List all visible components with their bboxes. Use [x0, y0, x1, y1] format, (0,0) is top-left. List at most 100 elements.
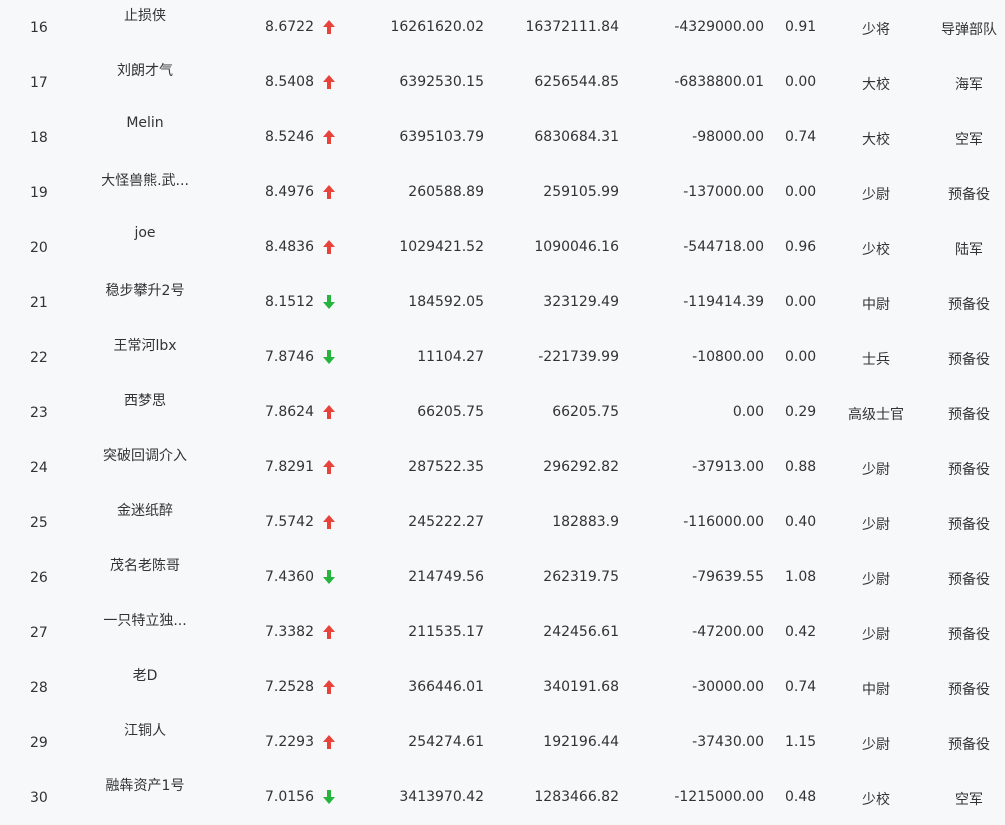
- table-row[interactable]: 22 王常河lbx 7.8746 11104.27 -221739.99 -10800.0…: [0, 330, 1005, 385]
- change-value: -6838800.01: [674, 74, 764, 90]
- rate-value: 7.2528: [265, 679, 314, 695]
- table-row[interactable]: 21 稳步攀升2号 8.1512 184592.05 323129.49 -119414.…: [0, 275, 1005, 330]
- branch-text: 预备役: [948, 627, 990, 643]
- asset-value: 245222.27: [408, 514, 484, 530]
- player-name-text: 融犇资产1号: [105, 778, 185, 794]
- ratio-value: 1.08: [785, 569, 817, 585]
- rate-value: 7.4360: [265, 569, 314, 585]
- rank-title-text: 高级士官: [848, 407, 904, 423]
- rate-value: 7.3382: [265, 624, 314, 640]
- branch-text: 预备役: [948, 682, 990, 698]
- branch-text: 预备役: [948, 737, 990, 753]
- branch-text: 导弹部队: [941, 22, 997, 38]
- change-value: -544718.00: [683, 239, 764, 255]
- branch-text: 海军: [955, 77, 983, 93]
- profit-value: 66205.75: [552, 404, 619, 420]
- asset-value: 366446.01: [408, 679, 484, 695]
- arrow-up-icon: [322, 459, 336, 475]
- rank-title-text: 少校: [862, 792, 890, 808]
- branch-text: 预备役: [948, 572, 990, 588]
- profit-value: 6830684.31: [534, 129, 619, 145]
- table-row[interactable]: 19 大怪兽熊.武... 8.4976 260588.89 259105.99 -1370…: [0, 165, 1005, 220]
- ratio-value: 0.74: [785, 679, 817, 695]
- rate-value: 8.4976: [265, 184, 314, 200]
- arrow-up-icon: [322, 184, 336, 200]
- asset-value: 16261620.02: [390, 19, 484, 35]
- player-name-text: 大怪兽熊.武...: [101, 173, 189, 189]
- profit-value: 1283466.82: [534, 789, 619, 805]
- rank-title-text: 少尉: [862, 627, 890, 643]
- rank-title-text: 少尉: [862, 737, 890, 753]
- profit-value: 192196.44: [543, 734, 619, 750]
- table-row[interactable]: 23 西梦思 7.8624 66205.75 66205.75 0.00 0.29 高级士官 预…: [0, 385, 1005, 440]
- change-value: -37430.00: [692, 734, 764, 750]
- table-row[interactable]: 18 Melin 8.5246 6395103.79 6830684.31 -98000.…: [0, 110, 1005, 165]
- ratio-value: 0.74: [785, 129, 817, 145]
- rate-value: 7.0156: [265, 789, 314, 805]
- profit-value: 259105.99: [543, 184, 619, 200]
- rank-title-text: 士兵: [862, 352, 890, 368]
- branch-text: 预备役: [948, 462, 990, 478]
- arrow-up-icon: [322, 624, 336, 640]
- rate-value: 8.1512: [265, 294, 314, 310]
- arrow-up-icon: [322, 514, 336, 530]
- asset-value: 214749.56: [408, 569, 484, 585]
- rank-number: 20: [30, 240, 48, 256]
- rate-value: 8.4836: [265, 239, 314, 255]
- asset-value: 254274.61: [408, 734, 484, 750]
- rank-title-text: 中尉: [862, 682, 890, 698]
- arrow-up-icon: [322, 19, 336, 35]
- profit-value: 296292.82: [543, 459, 619, 475]
- table-row[interactable]: 17 刘朗才气 8.5408 6392530.15 6256544.85 -6838800…: [0, 55, 1005, 110]
- rank-title-text: 中尉: [862, 297, 890, 313]
- ratio-value: 0.91: [785, 19, 817, 35]
- rank-number: 17: [30, 75, 48, 91]
- rank-title-text: 大校: [862, 132, 890, 148]
- table-row[interactable]: 27 一只特立独... 7.3382 211535.17 242456.61 -47200…: [0, 605, 1005, 660]
- player-name-text: 一只特立独...: [103, 613, 187, 629]
- change-value: -79639.55: [692, 569, 764, 585]
- rank-title-text: 少尉: [862, 187, 890, 203]
- player-name-text: 稳步攀升2号: [105, 283, 185, 299]
- change-value: -30000.00: [692, 679, 764, 695]
- table-row[interactable]: 28 老D 7.2528 366446.01 340191.68 -30000.00 0.7…: [0, 660, 1005, 715]
- arrow-down-icon: [322, 789, 336, 805]
- rank-number: 26: [30, 570, 48, 586]
- rank-title-text: 少尉: [862, 517, 890, 533]
- arrow-up-icon: [322, 679, 336, 695]
- ratio-value: 0.42: [785, 624, 817, 640]
- arrow-up-icon: [322, 74, 336, 90]
- asset-value: 287522.35: [408, 459, 484, 475]
- player-name-text: 突破回调介入: [103, 448, 187, 464]
- arrow-down-icon: [322, 569, 336, 585]
- change-value: -98000.00: [692, 129, 764, 145]
- ratio-value: 0.96: [785, 239, 817, 255]
- change-value: -1215000.00: [674, 789, 764, 805]
- change-value: -137000.00: [683, 184, 764, 200]
- profit-value: 6256544.85: [534, 74, 619, 90]
- table-row[interactable]: 20 joe 8.4836 1029421.52 1090046.16 -544718.0…: [0, 220, 1005, 275]
- rank-number: 30: [30, 790, 48, 806]
- rate-value: 8.5408: [265, 74, 314, 90]
- profit-value: 340191.68: [543, 679, 619, 695]
- ratio-value: 0.88: [785, 459, 817, 475]
- asset-value: 1029421.52: [399, 239, 484, 255]
- branch-text: 预备役: [948, 297, 990, 313]
- rank-number: 22: [30, 350, 48, 366]
- table-row[interactable]: 16 止损侠 8.6722 16261620.02 16372111.84 -432900…: [0, 0, 1005, 55]
- table-row[interactable]: 25 金迷纸醉 7.5742 245222.27 182883.9 -116000.00 0…: [0, 495, 1005, 550]
- rank-number: 28: [30, 680, 48, 696]
- player-name-text: Melin: [126, 115, 164, 131]
- table-row[interactable]: 26 茂名老陈哥 7.4360 214749.56 262319.75 -79639.55…: [0, 550, 1005, 605]
- ranking-table: 16 止损侠 8.6722 16261620.02 16372111.84 -432900…: [0, 0, 1005, 825]
- branch-text: 预备役: [948, 407, 990, 423]
- table-row[interactable]: 29 江铜人 7.2293 254274.61 192196.44 -37430.00 1.…: [0, 715, 1005, 770]
- asset-value: 3413970.42: [399, 789, 484, 805]
- player-name-text: 刘朗才气: [117, 63, 173, 79]
- change-value: -47200.00: [692, 624, 764, 640]
- rank-number: 24: [30, 460, 48, 476]
- profit-value: 182883.9: [552, 514, 619, 530]
- ratio-value: 0.48: [785, 789, 817, 805]
- table-row[interactable]: 24 突破回调介入 7.8291 287522.35 296292.82 -37913.0…: [0, 440, 1005, 495]
- table-row[interactable]: 30 融犇资产1号 7.0156 3413970.42 1283466.82 -12150…: [0, 770, 1005, 825]
